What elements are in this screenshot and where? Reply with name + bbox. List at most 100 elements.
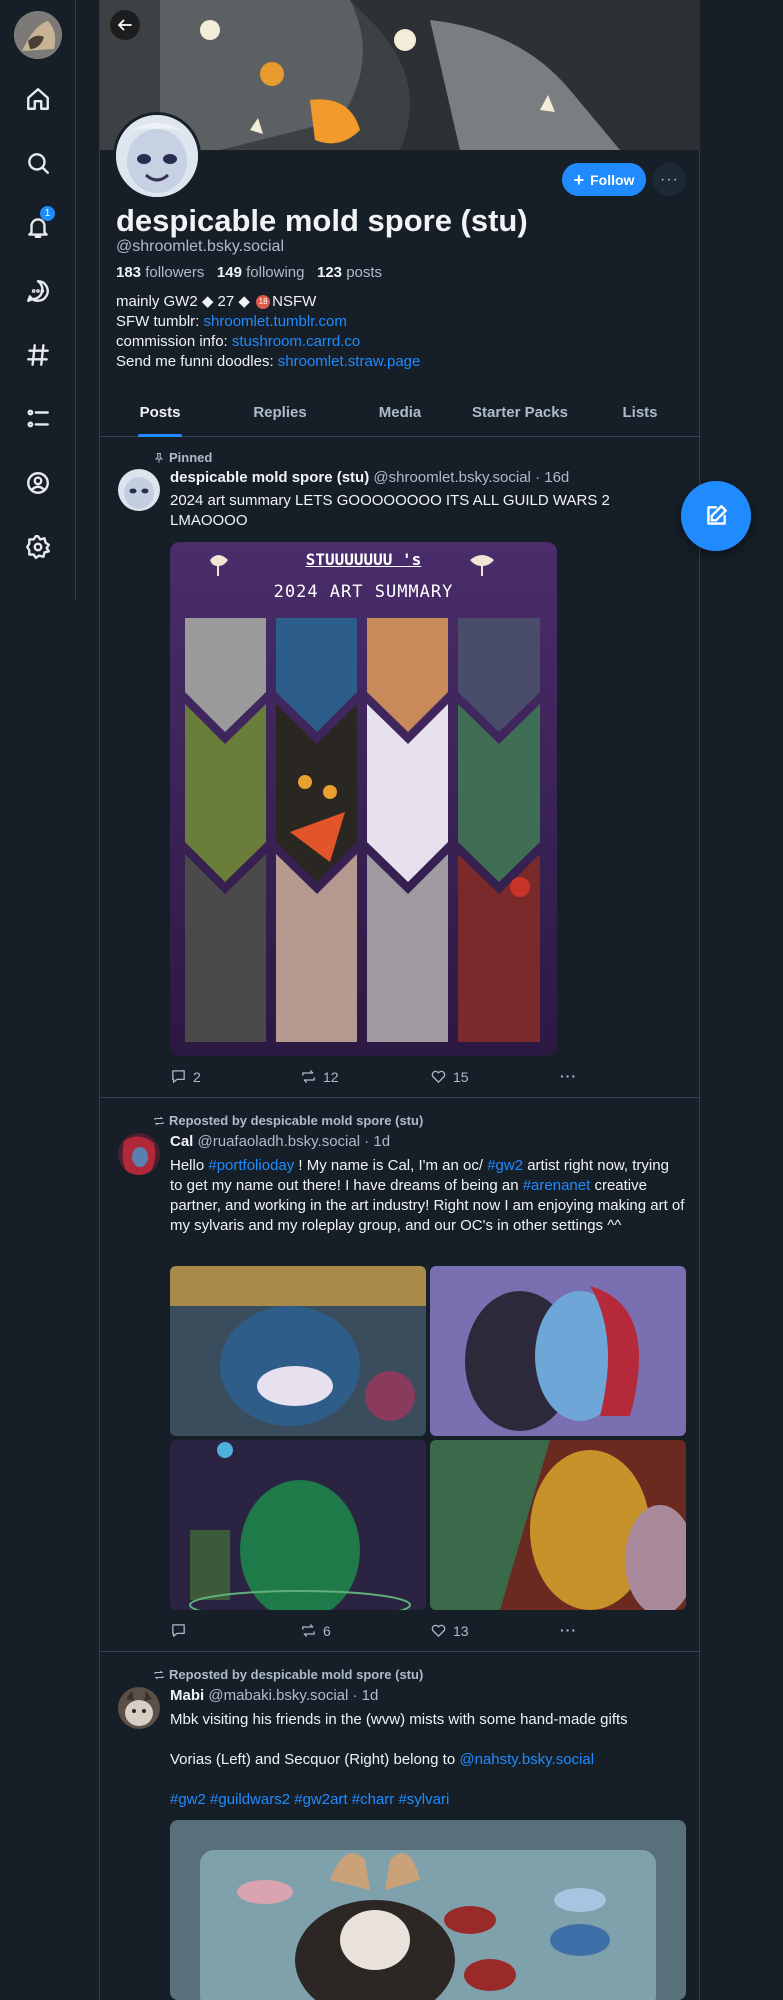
follow-button-label: Follow — [590, 171, 635, 188]
post-author-avatar[interactable] — [118, 1687, 160, 1729]
tab-lists[interactable]: Lists — [580, 393, 700, 436]
mention-link[interactable]: @nahsty.bsky.social — [459, 1751, 594, 1768]
ellipsis-icon: ··· — [560, 1622, 577, 1638]
post-author-handle[interactable]: @ruafaoladh.bsky.social — [198, 1133, 361, 1150]
tab-media[interactable]: Media — [340, 393, 460, 436]
bell-icon[interactable]: 1 — [20, 206, 56, 245]
plus-icon: + — [573, 169, 585, 190]
strawpage-link[interactable]: shroomlet.straw.page — [278, 353, 421, 370]
tab-starter-packs[interactable]: Starter Packs — [460, 393, 580, 436]
carrd-link[interactable]: stushroom.carrd.co — [232, 333, 360, 350]
repost-icon — [302, 1624, 315, 1637]
repost-label: Reposted by despicable mold spore (stu) — [153, 1113, 423, 1128]
post-image[interactable] — [430, 1266, 686, 1436]
post-avatar-image — [118, 1687, 160, 1729]
arrow-left-icon — [118, 19, 132, 31]
feed-post[interactable]: Reposted by despicable mold spore (stu) … — [100, 1653, 700, 2000]
post-author-name[interactable]: despicable mold spore (stu) — [170, 469, 369, 486]
reply-icon — [172, 1070, 185, 1083]
profile-bio: mainly GW2 ◆ 27 ◆ 18 NSFW SFW tumblr: shr… — [116, 293, 421, 370]
heart-icon — [431, 1070, 446, 1083]
tab-posts[interactable]: Posts — [100, 393, 220, 436]
post-time[interactable]: · 16d — [535, 469, 569, 486]
repost-icon — [302, 1070, 315, 1083]
search-icon[interactable] — [20, 145, 56, 181]
hashtag-links[interactable]: #gw2 #guildwars2 #gw2art #charr #sylvari — [170, 1790, 685, 1810]
feed-post[interactable]: Pinned despicable mold spore (stu) @shro… — [100, 438, 700, 1098]
feed-post[interactable]: Reposted by despicable mold spore (stu) … — [100, 1099, 700, 1652]
like-button[interactable]: 15 — [430, 1068, 469, 1085]
posts-count: 123 posts — [317, 264, 383, 281]
post-author-name[interactable]: Mabi — [170, 1687, 204, 1704]
hashtag-icon[interactable] — [20, 337, 56, 373]
post-actions: 6 13 ··· — [170, 1622, 590, 1642]
profile-avatar[interactable] — [113, 112, 201, 200]
post-author-name[interactable]: Cal — [170, 1133, 193, 1150]
repost-count: 12 — [323, 1068, 339, 1085]
repost-count: 6 — [323, 1622, 331, 1639]
post-more-button[interactable]: ··· — [560, 1068, 577, 1084]
chat-icon[interactable] — [20, 273, 56, 309]
reply-count: 2 — [193, 1068, 201, 1085]
more-options-button[interactable]: ··· — [653, 163, 686, 196]
profile-icon[interactable] — [20, 465, 56, 501]
post-text: 2024 art summary LETS GOOOOOOOO ITS ALL … — [170, 492, 610, 529]
profile-stats: 183 followers 149 following 123 posts — [116, 264, 382, 281]
following-link[interactable]: 149 following — [217, 264, 305, 281]
pinned-label: Pinned — [153, 450, 212, 465]
compose-post-button[interactable] — [681, 481, 751, 551]
left-sidebar: 1 — [0, 0, 76, 600]
repost-label: Reposted by despicable mold spore (stu) — [153, 1667, 423, 1682]
repost-button[interactable]: 6 — [300, 1622, 331, 1639]
tumblr-link[interactable]: shroomlet.tumblr.com — [204, 313, 347, 330]
artwork-image — [430, 1266, 686, 1436]
post-author-handle[interactable]: @shroomlet.bsky.social — [373, 469, 531, 486]
like-count: 13 — [453, 1622, 469, 1639]
post-image[interactable] — [170, 1440, 426, 1610]
compose-icon — [707, 505, 727, 525]
art-summary-collage — [170, 542, 557, 1056]
post-text: Hello #portfolioday ! My name is Cal, I'… — [170, 1157, 685, 1234]
followers-link[interactable]: 183 followers — [116, 264, 204, 281]
settings-icon[interactable] — [20, 529, 56, 565]
reply-button[interactable]: 2 — [170, 1068, 201, 1085]
list-icon[interactable] — [20, 401, 56, 437]
avatar-image — [14, 11, 62, 59]
hashtag-link[interactable]: #arenanet — [523, 1177, 591, 1194]
repost-button[interactable]: 12 — [300, 1068, 339, 1085]
post-image-grid — [170, 1266, 686, 1611]
back-button[interactable] — [110, 10, 140, 40]
repost-icon — [154, 1116, 164, 1125]
hashtag-link[interactable]: #gw2 — [487, 1157, 523, 1174]
hashtag-link[interactable]: #portfolioday — [208, 1157, 294, 1174]
post-image[interactable] — [170, 1266, 426, 1436]
reply-icon — [172, 1624, 185, 1637]
post-author-handle[interactable]: @mabaki.bsky.social — [208, 1687, 348, 1704]
artwork-image — [170, 1266, 426, 1436]
post-time[interactable]: · 1d — [353, 1687, 379, 1704]
post-time[interactable]: · 1d — [364, 1133, 390, 1150]
nsfw-18-icon: 18 — [256, 295, 271, 310]
repost-icon — [154, 1670, 164, 1679]
current-user-avatar[interactable] — [14, 11, 62, 59]
profile-handle: @shroomlet.bsky.social — [116, 238, 284, 255]
artwork-image — [430, 1440, 686, 1610]
reply-button[interactable] — [170, 1622, 193, 1639]
artwork-image — [170, 1820, 686, 2000]
like-count: 15 — [453, 1068, 469, 1085]
heart-icon — [431, 1624, 446, 1637]
tab-replies[interactable]: Replies — [220, 393, 340, 436]
profile-tabs: Posts Replies Media Starter Packs Lists — [100, 393, 700, 437]
post-author-avatar[interactable] — [118, 1133, 160, 1175]
home-icon[interactable] — [20, 81, 56, 117]
post-author-avatar[interactable] — [118, 469, 160, 511]
post-avatar-image — [118, 469, 160, 511]
post-image[interactable] — [430, 1440, 686, 1610]
post-more-button[interactable]: ··· — [560, 1622, 577, 1638]
like-button[interactable]: 13 — [430, 1622, 469, 1639]
artwork-image — [170, 1440, 426, 1610]
post-image[interactable] — [170, 1820, 686, 2000]
post-image[interactable]: STUUUUUUU 's 2024 ART SUMMARY — [170, 542, 557, 1056]
follow-button[interactable]: + Follow — [562, 163, 646, 196]
post-actions: 2 12 15 ··· — [170, 1068, 590, 1088]
